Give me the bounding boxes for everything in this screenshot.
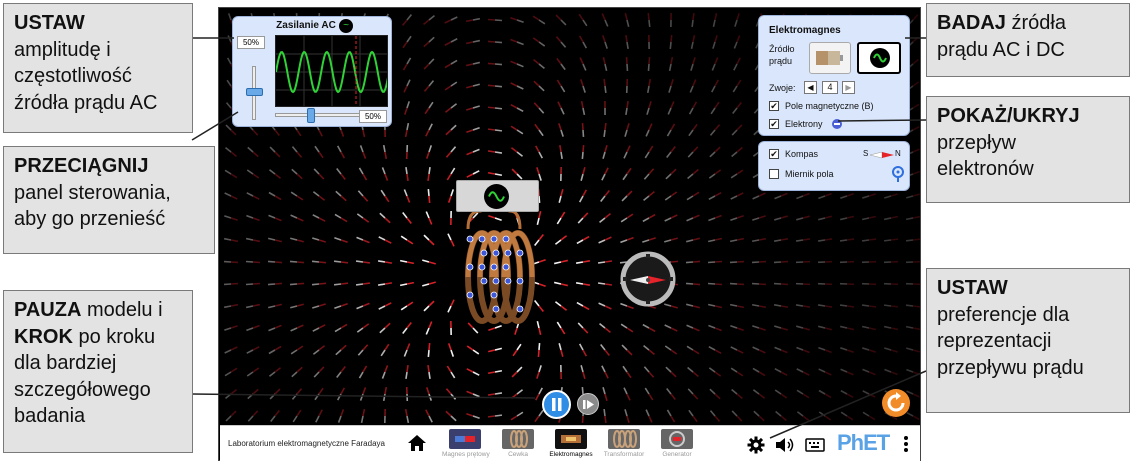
- pause-icon: [552, 398, 562, 411]
- callout-heading: PRZECIĄGNIJ: [14, 155, 149, 177]
- screen-tab-label: Elektromagnes: [549, 451, 593, 458]
- callout-text: reprezentacji: [937, 330, 1052, 353]
- electromagnet-panel-title: Elektromagnes: [769, 25, 841, 36]
- amplitude-value: 50%: [237, 36, 265, 49]
- magnetic-field-checkbox[interactable]: ✔: [769, 101, 779, 111]
- callout-text: amplitudę i: [14, 38, 111, 61]
- sim-title: Laboratorium elektromagnetyczne Faradaya: [228, 439, 385, 448]
- callout-heading: USTAW: [14, 12, 85, 34]
- screen-tab-pickup-coil[interactable]: Cewka: [495, 429, 541, 461]
- callout-heading: KROK: [14, 325, 73, 348]
- ac-waveform-display: [275, 35, 388, 107]
- callout-text: przepływu prądu: [937, 356, 1084, 379]
- transformer-thumbnail: [608, 429, 640, 449]
- callout-explore-sources: BADAJ źródła prądu AC i DC: [926, 3, 1130, 77]
- loops-value: 4: [822, 81, 838, 94]
- tools-panel: ✔ Kompas S N Miernik pola: [758, 141, 910, 191]
- callout-set-ac: USTAW amplitudę i częstotliwość źródła p…: [3, 3, 193, 133]
- screen-tab-label: Cewka: [508, 451, 528, 458]
- compass-n-label: N: [895, 149, 901, 158]
- callout-pause-step: PAUZA modelu i KROK po kroku dla bardzie…: [3, 290, 193, 453]
- loops-increment-button[interactable]: ▶: [842, 81, 855, 94]
- electromagnet-thumbnail: [555, 429, 587, 449]
- callout-text: preferencje dla: [937, 303, 1070, 326]
- callout-set-preferences: USTAW preferencje dla reprezentacji prze…: [926, 268, 1130, 413]
- screen-tab-generator[interactable]: Generator: [654, 429, 700, 461]
- callout-text: aby go przenieść: [14, 208, 166, 231]
- pause-button[interactable]: [542, 390, 571, 419]
- callout-text: elektronów: [937, 158, 1034, 181]
- compass-checkbox[interactable]: ✔: [769, 149, 779, 159]
- field-meter-checkbox[interactable]: [769, 169, 779, 179]
- callout-heading: POKAŻ/UKRYJ: [937, 105, 1080, 127]
- electromagnet-current-source: [456, 180, 539, 212]
- callout-heading: BADAJ: [937, 12, 1006, 34]
- callout-text: badania: [14, 405, 86, 428]
- magnifier-probe-icon[interactable]: [891, 165, 905, 183]
- electromagnet-panel: Elektromagnes Źródło prądu Zwoje: ◀ 4 ▶ …: [758, 15, 910, 136]
- callout-text: częstotliwość: [14, 65, 132, 88]
- callout-text: przepływ: [937, 131, 1016, 154]
- compass-needle-icon: [870, 151, 894, 159]
- loops-label: Zwoje:: [769, 83, 796, 93]
- ac-source-icon: [484, 184, 509, 209]
- compass-s-label: S: [863, 149, 869, 158]
- dc-battery-source-button[interactable]: [809, 42, 851, 74]
- gear-icon[interactable]: [747, 436, 765, 454]
- bar-magnet-thumbnail: [449, 429, 481, 449]
- phet-logo[interactable]: PhET: [837, 430, 890, 456]
- callout-drag: PRZECIĄGNIJ panel sterowania, aby go prz…: [3, 146, 215, 254]
- ac-source-icon: ~: [339, 19, 353, 33]
- sound-icon[interactable]: [774, 436, 796, 454]
- ac-power-panel[interactable]: Zasilanie AC ~ 50% 50%: [232, 16, 392, 127]
- screen-tab-transformer[interactable]: Transformator: [601, 429, 647, 461]
- generator-thumbnail: [661, 429, 693, 449]
- magnetic-field-label: Pole magnetyczne (B): [785, 101, 874, 111]
- callout-text: dla bardziej: [14, 352, 117, 375]
- callout-text: źródła: [1005, 12, 1066, 34]
- compass[interactable]: [620, 251, 676, 307]
- current-source-label: Źródło prądu: [769, 43, 809, 67]
- callout-text: po kroku: [72, 325, 156, 348]
- current-source-label-line1: Źródło: [769, 44, 795, 54]
- reset-icon: [887, 392, 905, 412]
- electrons-checkbox[interactable]: ✔: [769, 119, 779, 129]
- callout-text: panel sterowania,: [14, 181, 171, 204]
- screen-tab-electromagnet[interactable]: Elektromagnes: [548, 429, 594, 461]
- pickup-coil-thumbnail: [502, 429, 534, 449]
- screen-tab-label: Magnes prętowy: [442, 451, 490, 458]
- ac-panel-title: Zasilanie AC: [276, 20, 336, 31]
- frequency-slider-thumb[interactable]: [307, 108, 315, 123]
- electrons-label: Elektrony: [785, 119, 823, 129]
- compass-label: Kompas: [785, 149, 819, 159]
- callout-text: prądu AC i DC: [937, 38, 1065, 61]
- home-icon[interactable]: [407, 434, 427, 452]
- amplitude-slider-thumb[interactable]: [246, 88, 263, 96]
- screen-tab-label: Generator: [662, 451, 692, 458]
- callout-text: modelu i: [81, 299, 163, 321]
- keyboard-icon[interactable]: [805, 438, 825, 452]
- battery-icon: [816, 51, 843, 65]
- step-button[interactable]: [577, 393, 599, 415]
- screen-tab-label: Transformator: [603, 451, 645, 458]
- callout-show-hide-electrons: POKAŻ/UKRYJ przepływ elektronów: [926, 96, 1130, 203]
- screen-tab-bar-magnet[interactable]: Magnes prętowy: [442, 429, 490, 461]
- frequency-value: 50%: [359, 110, 387, 123]
- callout-heading: PAUZA: [14, 299, 82, 321]
- ac-source-button[interactable]: [857, 42, 901, 74]
- kebab-menu-icon[interactable]: [903, 435, 909, 453]
- reset-all-button[interactable]: [882, 389, 910, 417]
- current-source-label-line2: prądu: [769, 56, 793, 66]
- loops-decrement-button[interactable]: ◀: [804, 81, 817, 94]
- navigation-bar: Laboratorium elektromagnetyczne Faradaya…: [220, 425, 920, 461]
- callout-text: źródła prądu AC: [14, 91, 158, 114]
- ac-source-icon: [870, 48, 890, 68]
- step-icon: [583, 400, 594, 409]
- callout-text: szczegółowego: [14, 378, 151, 401]
- minus-icon: [832, 119, 842, 129]
- field-meter-label: Miernik pola: [785, 169, 834, 179]
- electromagnet-coil[interactable]: [440, 205, 550, 325]
- callout-heading: USTAW: [937, 277, 1008, 299]
